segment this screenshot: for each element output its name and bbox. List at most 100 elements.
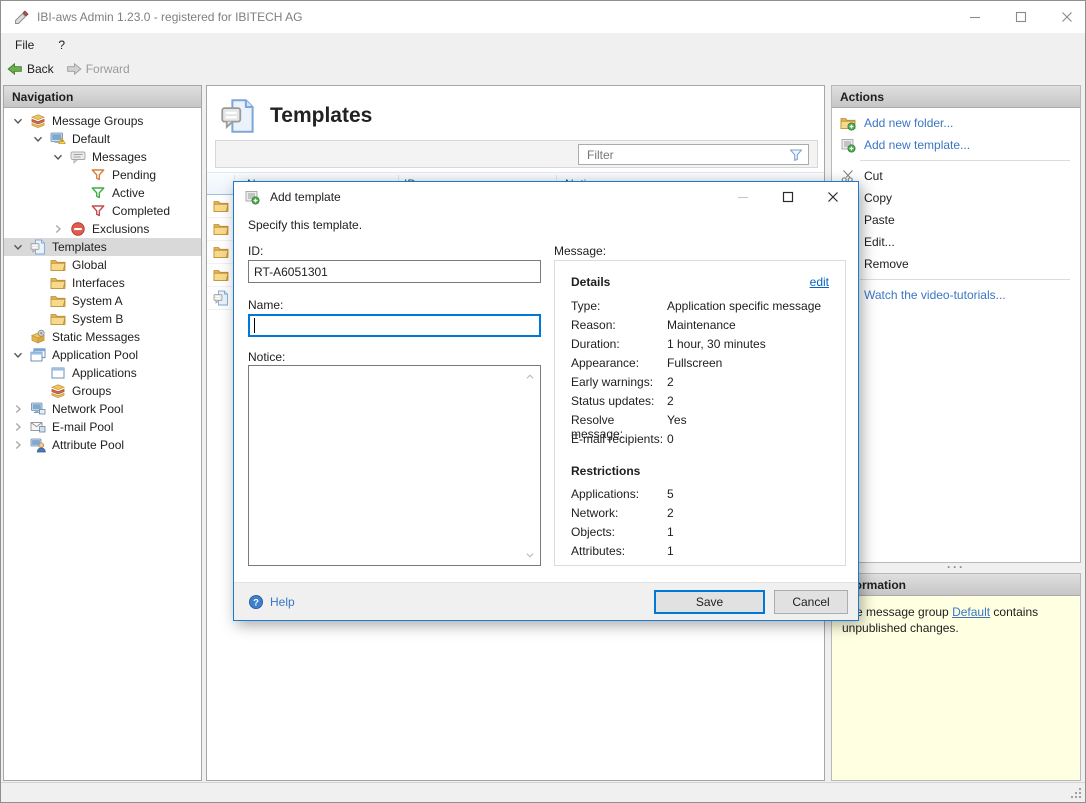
tree-item-label: Message Groups — [52, 114, 144, 128]
action-label: Edit... — [864, 235, 895, 249]
tree-item[interactable]: Active — [4, 184, 201, 202]
edit-link[interactable]: edit — [810, 275, 829, 289]
chevron-right-icon[interactable] — [10, 419, 30, 435]
scroll-up-icon[interactable] — [523, 370, 537, 384]
restriction-label: Applications: — [571, 487, 640, 501]
funnel-green-icon — [90, 185, 110, 201]
action-item[interactable]: Remove — [832, 253, 1080, 275]
action-item[interactable]: Watch the video-tutorials... — [832, 284, 1080, 306]
detail-value: Fullscreen — [667, 356, 723, 370]
tree-item-label: E-mail Pool — [52, 420, 114, 434]
name-label: Name: — [248, 298, 284, 312]
restriction-value: 2 — [667, 506, 674, 520]
chevron-down-icon[interactable] — [50, 149, 70, 165]
detail-label: Early warnings: — [571, 375, 654, 389]
notice-field[interactable] — [248, 365, 541, 566]
detail-label: Type: — [571, 299, 601, 313]
filter-input[interactable] — [579, 147, 788, 162]
tree-item[interactable]: Application Pool — [4, 346, 201, 364]
chevron-down-icon[interactable] — [10, 239, 30, 255]
help-link[interactable]: ? Help — [248, 594, 295, 610]
name-field[interactable] — [248, 314, 541, 337]
dialog-close-icon[interactable] — [825, 189, 841, 205]
default-group-link[interactable]: Default — [952, 605, 990, 619]
restriction-row: Objects: 1 — [571, 525, 829, 544]
action-item[interactable]: Add new folder... — [832, 112, 1080, 134]
actions-divider — [860, 279, 1070, 280]
close-icon[interactable] — [1059, 9, 1075, 25]
action-label: Copy — [864, 191, 893, 205]
detail-value: 0 — [667, 432, 674, 446]
navigation-tree: Message Groups Default Messages Pending … — [4, 108, 201, 454]
restriction-value: 5 — [667, 487, 674, 501]
tree-item[interactable]: Groups — [4, 382, 201, 400]
dialog-minimize-icon[interactable] — [735, 189, 751, 205]
help-icon: ? — [248, 594, 264, 610]
action-item[interactable]: Paste — [832, 209, 1080, 231]
information-header: Information — [832, 574, 1080, 596]
cancel-button[interactable]: Cancel — [774, 590, 848, 614]
menu-help[interactable]: ? — [48, 35, 75, 55]
tree-item[interactable]: Messages — [4, 148, 201, 166]
detail-label: Status updates: — [571, 394, 655, 408]
chevron-right-icon[interactable] — [10, 401, 30, 417]
save-button[interactable]: Save — [654, 590, 765, 614]
template-icon — [213, 290, 229, 306]
chevron-right-icon[interactable] — [10, 437, 30, 453]
tree-item[interactable]: Exclusions — [4, 220, 201, 238]
dialog-maximize-icon[interactable] — [780, 189, 796, 205]
tree-item[interactable]: Network Pool — [4, 400, 201, 418]
tree-item[interactable]: E-mail Pool — [4, 418, 201, 436]
restriction-label: Attributes: — [571, 544, 626, 558]
tree-item[interactable]: Applications — [4, 364, 201, 382]
forward-button[interactable]: Forward — [60, 59, 136, 79]
tree-item[interactable]: Attribute Pool — [4, 436, 201, 454]
back-button[interactable]: Back — [1, 59, 60, 79]
scroll-down-icon[interactable] — [523, 548, 537, 562]
action-item[interactable]: Copy — [832, 187, 1080, 209]
resize-grip[interactable] — [1071, 788, 1083, 800]
tree-item-label: Global — [72, 258, 107, 272]
forward-label: Forward — [85, 62, 130, 76]
detail-row: Reason: Maintenance — [571, 318, 829, 337]
tree-item[interactable]: Global — [4, 256, 201, 274]
tree-item[interactable]: Completed — [4, 202, 201, 220]
tree-item[interactable]: Interfaces — [4, 274, 201, 292]
folder-icon — [50, 311, 70, 327]
details-rows: Type: Application specific message Reaso… — [571, 299, 829, 451]
tree-item[interactable]: System B — [4, 310, 201, 328]
tree-item[interactable]: System A — [4, 292, 201, 310]
tree-item[interactable]: Message Groups — [4, 112, 201, 130]
default-group-icon — [50, 131, 70, 147]
tree-item[interactable]: Static Messages — [4, 328, 201, 346]
filter-funnel-icon[interactable] — [788, 147, 804, 163]
list-toolbar — [215, 140, 818, 168]
panel-splitter-handle[interactable]: ··· — [831, 561, 1081, 573]
folder-icon — [213, 221, 229, 237]
tree-item[interactable]: Default — [4, 130, 201, 148]
page-title: Templates — [270, 104, 373, 127]
chevron-right-icon[interactable] — [50, 221, 70, 237]
title-bar: IBI-aws Admin 1.23.0 - registered for IB… — [1, 1, 1085, 33]
chevron-down-icon[interactable] — [10, 347, 30, 363]
action-item[interactable]: Cut — [832, 165, 1080, 187]
tree-item[interactable]: Templates — [4, 238, 201, 256]
window-title: IBI-aws Admin 1.23.0 - registered for IB… — [37, 10, 303, 24]
minimize-icon[interactable] — [967, 9, 983, 25]
id-field[interactable] — [248, 260, 541, 283]
folder-icon — [50, 257, 70, 273]
detail-row: Duration: 1 hour, 30 minutes — [571, 337, 829, 356]
chevron-down-icon[interactable] — [30, 131, 50, 147]
applications-icon — [50, 365, 70, 381]
tree-item[interactable]: Pending — [4, 166, 201, 184]
action-item[interactable]: Edit... — [832, 231, 1080, 253]
maximize-icon[interactable] — [1013, 9, 1029, 25]
application-pool-icon — [30, 347, 50, 363]
action-label: Watch the video-tutorials... — [864, 288, 1006, 302]
menu-file[interactable]: File — [5, 35, 44, 55]
chevron-down-icon[interactable] — [10, 113, 30, 129]
navigation-header: Navigation — [4, 86, 201, 108]
action-item[interactable]: Add new template... — [832, 134, 1080, 156]
tree-item-label: Completed — [112, 204, 171, 218]
add-template-icon — [244, 189, 260, 205]
